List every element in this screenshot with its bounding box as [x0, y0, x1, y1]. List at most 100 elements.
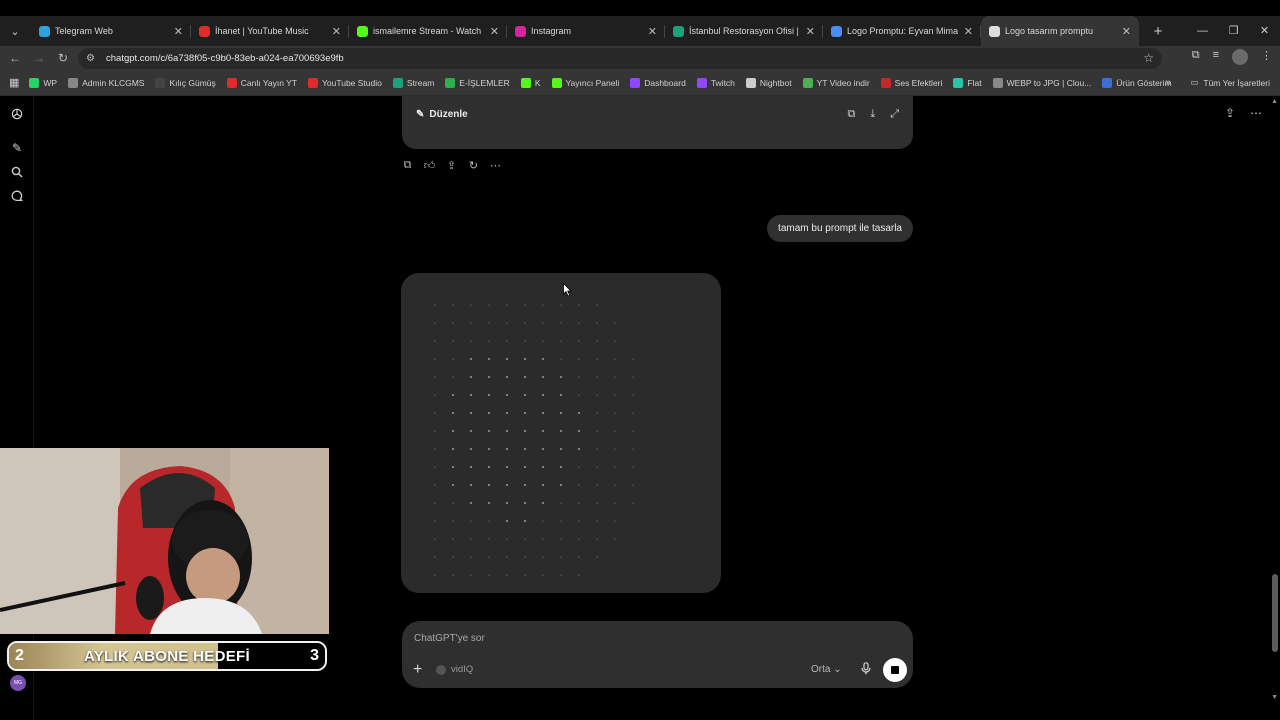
close-tab-icon[interactable]: ✕: [806, 25, 815, 38]
close-window-icon[interactable]: ✕: [1249, 16, 1280, 46]
loading-dot: [578, 484, 580, 486]
reload-icon[interactable]: ↻: [51, 51, 75, 65]
tab-3[interactable]: Instagram ✕: [507, 16, 665, 46]
forward-icon[interactable]: →: [27, 51, 51, 65]
effort-selector[interactable]: Orta ⌄: [811, 664, 842, 675]
loading-dot: [541, 375, 545, 379]
bookmark-star-icon[interactable]: ☆: [1143, 51, 1154, 65]
vidiq-icon: [436, 664, 446, 675]
bookmark-label: Nightbot: [759, 77, 792, 88]
bookmark-item[interactable]: Dashboard: [630, 77, 686, 88]
bookmark-item[interactable]: Ürün Gösterim: [1102, 77, 1172, 88]
scroll-up-icon[interactable]: ▲: [1271, 98, 1278, 105]
bookmark-item[interactable]: Admin KLCGMS: [68, 77, 144, 88]
close-tab-icon[interactable]: ✕: [332, 25, 341, 38]
bookmark-item[interactable]: K: [520, 77, 541, 88]
vidiq-extension-button[interactable]: vidIQ: [436, 664, 473, 675]
scroll-down-icon[interactable]: ▼: [1271, 694, 1278, 701]
site-info-icon[interactable]: ⚙: [86, 53, 104, 64]
window-controls: — ❐ ✕: [1187, 16, 1280, 46]
message-composer[interactable]: ChatGPT'ye sor + vidIQ Orta ⌄: [402, 621, 913, 688]
restore-icon[interactable]: ❐: [1218, 16, 1249, 46]
loading-dot: [632, 376, 634, 378]
close-tab-icon[interactable]: ✕: [648, 25, 657, 38]
loading-dot: [523, 447, 527, 451]
scrollbar-thumb[interactable]: [1272, 574, 1278, 652]
regenerate-icon[interactable]: ↻: [467, 159, 480, 172]
tab-6[interactable]: Logo tasarım promptu ✕: [981, 16, 1139, 46]
loading-dot: [542, 538, 544, 540]
bookmark-item[interactable]: Stream: [392, 77, 434, 88]
toolbar: ← → ↻ ⚙ chatgpt.com/c/6a738f05-c9b0-83eb…: [0, 46, 1280, 70]
loading-dot: [560, 520, 562, 522]
scrollbar[interactable]: ▲ ▼: [1269, 96, 1280, 706]
share-icon[interactable]: ⇪: [445, 159, 458, 172]
loading-dot: [452, 556, 454, 558]
loading-dot: [506, 574, 508, 576]
stop-generating-button[interactable]: [883, 658, 907, 682]
loading-dot: [434, 412, 436, 414]
tab-1[interactable]: İhanet | YouTube Music ✕: [191, 16, 349, 46]
loading-dot: [488, 304, 490, 306]
menu-icon[interactable]: ⋮: [1261, 49, 1272, 65]
more-options-icon[interactable]: ⋯: [1250, 106, 1262, 120]
address-bar[interactable]: ⚙ chatgpt.com/c/6a738f05-c9b0-83eb-a024-…: [78, 48, 1162, 69]
bookmark-item[interactable]: WP: [29, 77, 57, 88]
new-chat-icon[interactable]: ✎: [9, 140, 25, 156]
media-control-icon[interactable]: ≡: [1213, 49, 1219, 65]
url-text[interactable]: chatgpt.com/c/6a738f05-c9b0-83eb-a024-ea…: [106, 53, 344, 64]
tab-2[interactable]: ismailemre Stream - Watch Live ✕: [349, 16, 507, 46]
bookmark-item[interactable]: Ses Efektleri: [880, 77, 942, 88]
bookmark-item[interactable]: Canlı Yayın YT: [226, 77, 297, 88]
bookmark-item[interactable]: Yayıncı Paneli: [551, 77, 619, 88]
loading-dot: [614, 376, 616, 378]
share-icon[interactable]: ⇪: [1225, 106, 1235, 120]
new-tab-button[interactable]: +: [1145, 23, 1171, 40]
composer-placeholder[interactable]: ChatGPT'ye sor: [414, 633, 485, 644]
close-tab-icon[interactable]: ✕: [490, 25, 499, 38]
bookmark-item[interactable]: YouTube Studio: [308, 77, 382, 88]
add-attachment-icon[interactable]: +: [413, 661, 422, 679]
profile-avatar[interactable]: [1232, 49, 1248, 65]
copy-icon[interactable]: ⧉: [401, 159, 414, 172]
edit-button[interactable]: ✎ Düzenle: [416, 109, 468, 120]
bookmark-item[interactable]: Nightbot: [745, 77, 792, 88]
back-icon[interactable]: ←: [3, 51, 27, 65]
more-bookmarks-icon[interactable]: »: [1165, 77, 1171, 88]
loading-dot: [577, 429, 581, 433]
bookmark-label: Dashboard: [644, 77, 686, 88]
loading-dot: [523, 375, 527, 379]
loading-dot: [632, 430, 634, 432]
bookmark-item[interactable]: Flat: [953, 77, 982, 88]
close-tab-icon[interactable]: ✕: [174, 25, 183, 38]
close-tab-icon[interactable]: ✕: [964, 25, 973, 38]
minimize-icon[interactable]: —: [1187, 16, 1218, 46]
bookmark-item[interactable]: E-İŞLEMLER: [445, 77, 510, 88]
expand-icon[interactable]: ⤢: [890, 108, 899, 121]
bookmark-item[interactable]: YT Video indir: [802, 77, 870, 88]
bookmark-item[interactable]: Twitch: [696, 77, 735, 88]
microphone-icon[interactable]: [861, 662, 871, 678]
site-icon: [673, 25, 684, 37]
bookmark-item[interactable]: WEBP to JPG | Clou...: [992, 77, 1091, 88]
chats-icon[interactable]: [9, 188, 25, 204]
close-tab-icon[interactable]: ✕: [1122, 25, 1131, 38]
download-icon[interactable]: ⤓: [870, 108, 875, 121]
openai-logo-icon[interactable]: [9, 106, 25, 122]
tab-5[interactable]: Logo Promptu: Eyvan Mimarlık ✕: [823, 16, 981, 46]
copy-icon[interactable]: ⧉: [847, 108, 855, 121]
tab-0[interactable]: Telegram Web ✕: [31, 16, 191, 46]
thumbs-icon[interactable]: 👍︎: [423, 159, 436, 172]
bookmark-item[interactable]: Kılıç Gümüş: [155, 77, 216, 88]
tab-4[interactable]: İstanbul Restorasyon Ofisi | Rö ✕: [665, 16, 823, 46]
extensions-icon[interactable]: ⧉: [1192, 49, 1200, 65]
loading-dot: [487, 465, 491, 469]
more-icon[interactable]: ⋯: [489, 159, 502, 172]
loading-dot-grid: [434, 304, 634, 576]
loading-dot: [596, 484, 598, 486]
apps-grid-icon[interactable]: ▦: [9, 76, 19, 89]
all-bookmarks-button[interactable]: ▭ Tüm Yer İşaretleri: [1190, 77, 1270, 88]
tab-search-button[interactable]: ⌄: [3, 19, 27, 43]
loading-dot: [434, 430, 436, 432]
search-icon[interactable]: [9, 164, 25, 180]
